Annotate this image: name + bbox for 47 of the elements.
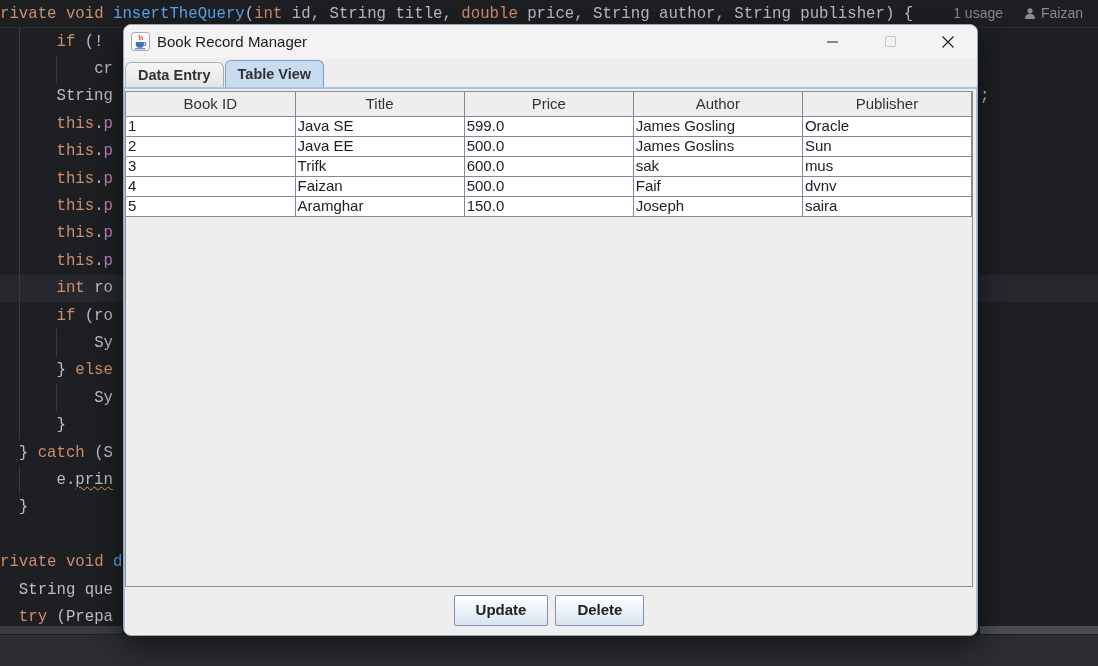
tab[interactable]: Table View — [224, 60, 325, 87]
close-icon — [942, 35, 954, 48]
tab[interactable]: Data Entry — [125, 62, 224, 87]
table-cell: 1 — [126, 116, 296, 136]
code-line: this.p — [56, 114, 113, 133]
code-line: rivate void d — [0, 553, 123, 572]
code-line: try (Prepa — [18, 607, 113, 626]
action-button[interactable]: Delete — [555, 594, 645, 626]
person-icon — [1025, 8, 1035, 19]
column-header[interactable]: Author — [633, 92, 803, 116]
code-line: Sy — [94, 388, 113, 407]
code-line: if (ro — [56, 306, 113, 325]
action-button[interactable]: Update — [453, 594, 549, 626]
table-cell: 5 — [126, 196, 296, 216]
code-line: this.p — [56, 142, 113, 161]
code-line: rivate void insertTheQuery(int id, String title, double price, String author, String publisher) { — [0, 4, 914, 23]
code-line: e.prin — [56, 470, 113, 489]
code-fragment: ; — [980, 87, 990, 106]
scrollbar-thumb[interactable] — [980, 626, 1098, 634]
code-line: int ro — [56, 279, 113, 298]
code-line: } catch (S — [18, 443, 113, 462]
code-line: Sy — [94, 334, 113, 352]
window-title: Book Record Manager — [157, 32, 308, 51]
column-header[interactable]: Price — [464, 92, 634, 116]
code-line: this.p — [56, 197, 113, 216]
column-header[interactable]: Publisher — [802, 92, 972, 116]
code-line: this.p — [56, 224, 113, 243]
coffee-cup-icon — [131, 32, 150, 51]
scrollbar-track[interactable] — [0, 626, 122, 634]
column-header[interactable]: Title — [295, 92, 465, 116]
code-line: if (! — [56, 32, 104, 51]
code-line: } else — [56, 361, 113, 380]
usage-hint[interactable]: 1 usage — [953, 5, 1003, 22]
code-line: cr — [94, 60, 113, 79]
code-line: } — [18, 498, 29, 517]
maximize-icon — [884, 36, 896, 47]
table-cell: 4 — [126, 176, 296, 196]
code-line: String que — [18, 580, 113, 599]
column-header[interactable]: Book ID — [126, 92, 296, 116]
code-line: } — [56, 416, 66, 435]
table-cell: 3 — [126, 156, 296, 176]
code-line: this.p — [56, 251, 113, 270]
minimize-icon — [826, 40, 838, 43]
code-line: String — [56, 87, 113, 106]
code-line: this.p — [56, 169, 113, 188]
author-hint[interactable]: Faizan — [1041, 5, 1084, 22]
table-cell: 2 — [126, 136, 296, 156]
